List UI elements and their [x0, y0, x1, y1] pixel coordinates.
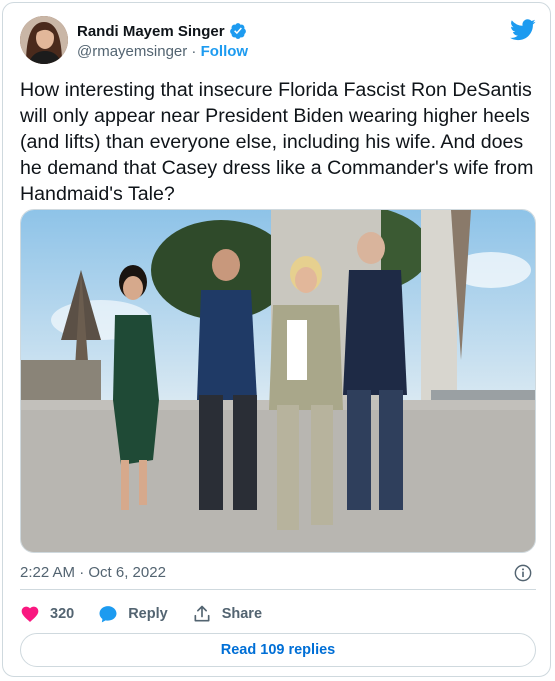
divider — [20, 589, 536, 590]
author-name[interactable]: Randi Mayem Singer — [77, 22, 247, 40]
reply-label: Reply — [128, 606, 168, 622]
tweet-actions: 320 Reply Share — [20, 602, 286, 626]
share-icon — [194, 605, 210, 622]
author-handle[interactable]: @rmayemsinger — [77, 43, 187, 60]
follow-link[interactable]: Follow — [201, 43, 249, 60]
author-name-text[interactable]: Randi Mayem Singer — [77, 23, 225, 40]
heart-icon — [21, 606, 39, 622]
handle-separator: · — [187, 43, 201, 60]
twitter-bird-icon[interactable] — [510, 19, 536, 41]
reply-bubble-icon — [99, 606, 117, 623]
reply-button[interactable]: Reply — [98, 604, 168, 624]
share-label: Share — [221, 606, 263, 622]
share-button[interactable]: Share — [192, 604, 262, 624]
tweet-photo[interactable] — [20, 209, 536, 553]
tweet-card: Randi Mayem Singer @rmayemsinger · Follo… — [2, 2, 551, 677]
tweet-text: How interesting that insecure Florida Fa… — [20, 79, 534, 205]
avatar[interactable] — [20, 16, 68, 64]
photo-illustration — [21, 210, 535, 552]
author-handle-row: @rmayemsinger · Follow — [77, 43, 248, 60]
read-replies-button[interactable]: Read 109 replies — [20, 633, 536, 667]
like-button[interactable]: 320 — [20, 604, 74, 624]
verified-badge-icon — [229, 23, 246, 39]
tweet-timestamp[interactable]: 2:22 AM · Oct 6, 2022 — [20, 564, 166, 581]
like-count: 320 — [50, 606, 75, 622]
info-icon[interactable] — [514, 564, 532, 582]
